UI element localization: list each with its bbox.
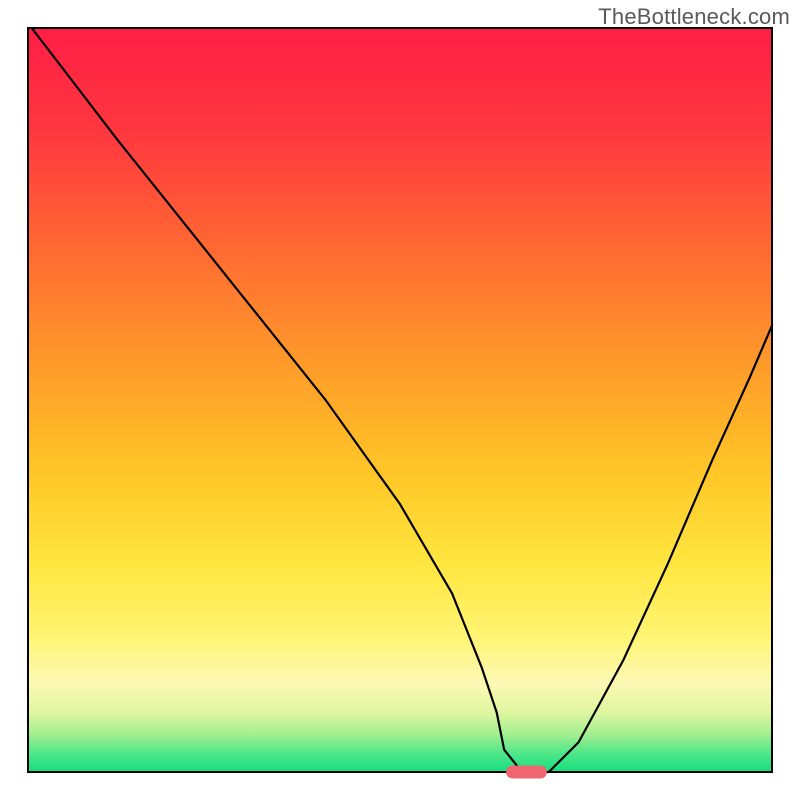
- watermark-text: TheBottleneck.com: [598, 4, 790, 30]
- chart-container: TheBottleneck.com: [0, 0, 800, 800]
- plot-area: [28, 28, 772, 779]
- bottleneck-range-marker: [506, 766, 547, 779]
- bottleneck-chart: [0, 0, 800, 800]
- plot-background: [28, 28, 772, 772]
